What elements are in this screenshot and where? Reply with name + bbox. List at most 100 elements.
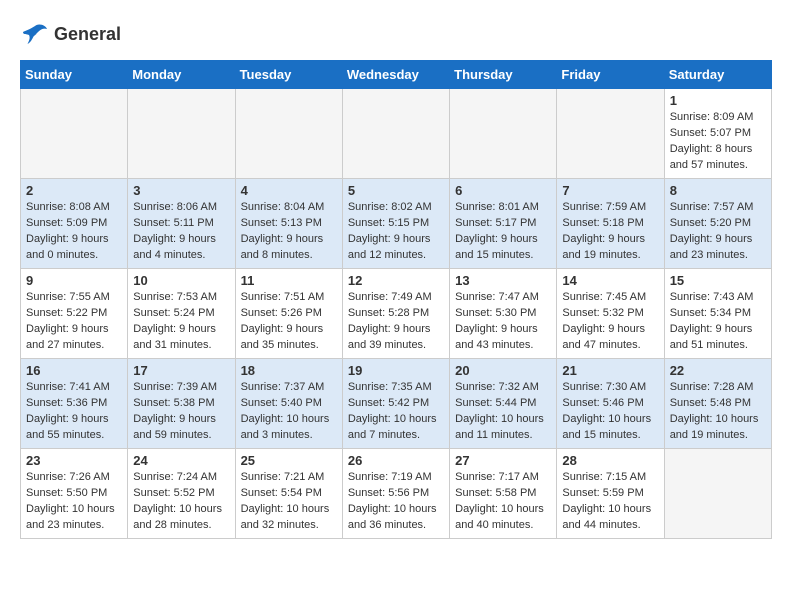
day-info: Sunrise: 7:45 AM Sunset: 5:32 PM Dayligh… [562,290,658,354]
day-info: Sunrise: 7:39 AM Sunset: 5:38 PM Dayligh… [133,380,229,444]
day-info: Sunrise: 7:41 AM Sunset: 5:36 PM Dayligh… [26,380,122,444]
day-number: 24 [133,453,229,468]
day-number: 5 [348,183,444,198]
day-number: 12 [348,273,444,288]
calendar-week-row: 23 Sunrise: 7:26 AM Sunset: 5:50 PM Dayli… [21,449,772,539]
calendar-header-row: SundayMondayTuesdayWednesdayThursdayFrid… [21,61,772,89]
calendar-cell [235,89,342,179]
day-number: 4 [241,183,337,198]
col-header-friday: Friday [557,61,664,89]
day-info: Sunrise: 7:15 AM Sunset: 5:59 PM Dayligh… [562,470,658,534]
col-header-thursday: Thursday [450,61,557,89]
day-info: Sunrise: 7:19 AM Sunset: 5:56 PM Dayligh… [348,470,444,534]
day-number: 20 [455,363,551,378]
col-header-sunday: Sunday [21,61,128,89]
col-header-monday: Monday [128,61,235,89]
day-info: Sunrise: 7:53 AM Sunset: 5:24 PM Dayligh… [133,290,229,354]
day-info: Sunrise: 7:21 AM Sunset: 5:54 PM Dayligh… [241,470,337,534]
calendar-cell: 17 Sunrise: 7:39 AM Sunset: 5:38 PM Dayli… [128,359,235,449]
logo-icon [20,20,50,50]
calendar-cell: 20 Sunrise: 7:32 AM Sunset: 5:44 PM Dayli… [450,359,557,449]
day-info: Sunrise: 8:09 AM Sunset: 5:07 PM Dayligh… [670,110,766,174]
calendar-cell: 5 Sunrise: 8:02 AM Sunset: 5:15 PM Daylig… [342,179,449,269]
day-info: Sunrise: 8:06 AM Sunset: 5:11 PM Dayligh… [133,200,229,264]
calendar-cell [128,89,235,179]
day-number: 28 [562,453,658,468]
calendar-cell: 28 Sunrise: 7:15 AM Sunset: 5:59 PM Dayli… [557,449,664,539]
calendar-cell: 16 Sunrise: 7:41 AM Sunset: 5:36 PM Dayli… [21,359,128,449]
day-number: 26 [348,453,444,468]
day-info: Sunrise: 7:26 AM Sunset: 5:50 PM Dayligh… [26,470,122,534]
day-number: 19 [348,363,444,378]
calendar-cell: 25 Sunrise: 7:21 AM Sunset: 5:54 PM Dayli… [235,449,342,539]
day-number: 14 [562,273,658,288]
day-info: Sunrise: 7:51 AM Sunset: 5:26 PM Dayligh… [241,290,337,354]
day-info: Sunrise: 7:28 AM Sunset: 5:48 PM Dayligh… [670,380,766,444]
col-header-wednesday: Wednesday [342,61,449,89]
day-info: Sunrise: 8:02 AM Sunset: 5:15 PM Dayligh… [348,200,444,264]
calendar-cell: 13 Sunrise: 7:47 AM Sunset: 5:30 PM Dayli… [450,269,557,359]
calendar-cell: 2Sunrise: 8:08 AM Sunset: 5:09 PM Daylig… [21,179,128,269]
day-info: Sunrise: 7:30 AM Sunset: 5:46 PM Dayligh… [562,380,658,444]
calendar-cell [450,89,557,179]
calendar-cell: 15 Sunrise: 7:43 AM Sunset: 5:34 PM Dayli… [664,269,771,359]
calendar-cell: 3 Sunrise: 8:06 AM Sunset: 5:11 PM Daylig… [128,179,235,269]
day-info: Sunrise: 7:37 AM Sunset: 5:40 PM Dayligh… [241,380,337,444]
day-number: 22 [670,363,766,378]
col-header-saturday: Saturday [664,61,771,89]
day-number: 9 [26,273,122,288]
day-number: 7 [562,183,658,198]
day-info: Sunrise: 7:57 AM Sunset: 5:20 PM Dayligh… [670,200,766,264]
day-info: Sunrise: 8:01 AM Sunset: 5:17 PM Dayligh… [455,200,551,264]
day-number: 15 [670,273,766,288]
day-info: Sunrise: 7:47 AM Sunset: 5:30 PM Dayligh… [455,290,551,354]
calendar-cell: 11 Sunrise: 7:51 AM Sunset: 5:26 PM Dayli… [235,269,342,359]
calendar-cell: 10Sunrise: 7:53 AM Sunset: 5:24 PM Dayli… [128,269,235,359]
day-number: 17 [133,363,229,378]
calendar-cell [21,89,128,179]
calendar-week-row: 1Sunrise: 8:09 AM Sunset: 5:07 PM Daylig… [21,89,772,179]
calendar-cell [342,89,449,179]
calendar-week-row: 9Sunrise: 7:55 AM Sunset: 5:22 PM Daylig… [21,269,772,359]
calendar-cell: 23 Sunrise: 7:26 AM Sunset: 5:50 PM Dayli… [21,449,128,539]
day-number: 13 [455,273,551,288]
day-number: 25 [241,453,337,468]
day-info: Sunrise: 7:24 AM Sunset: 5:52 PM Dayligh… [133,470,229,534]
calendar-cell: 7 Sunrise: 7:59 AM Sunset: 5:18 PM Daylig… [557,179,664,269]
day-info: Sunrise: 7:49 AM Sunset: 5:28 PM Dayligh… [348,290,444,354]
calendar-week-row: 16 Sunrise: 7:41 AM Sunset: 5:36 PM Dayli… [21,359,772,449]
day-info: Sunrise: 7:59 AM Sunset: 5:18 PM Dayligh… [562,200,658,264]
calendar-cell: 1Sunrise: 8:09 AM Sunset: 5:07 PM Daylig… [664,89,771,179]
day-info: Sunrise: 7:32 AM Sunset: 5:44 PM Dayligh… [455,380,551,444]
day-info: Sunrise: 7:17 AM Sunset: 5:58 PM Dayligh… [455,470,551,534]
calendar-cell: 18 Sunrise: 7:37 AM Sunset: 5:40 PM Dayli… [235,359,342,449]
page-header: General [20,20,772,50]
calendar-cell: 8Sunrise: 7:57 AM Sunset: 5:20 PM Daylig… [664,179,771,269]
day-info: Sunrise: 8:04 AM Sunset: 5:13 PM Dayligh… [241,200,337,264]
col-header-tuesday: Tuesday [235,61,342,89]
calendar-cell: 22 Sunrise: 7:28 AM Sunset: 5:48 PM Dayli… [664,359,771,449]
calendar-cell: 14 Sunrise: 7:45 AM Sunset: 5:32 PM Dayli… [557,269,664,359]
calendar-cell: 27 Sunrise: 7:17 AM Sunset: 5:58 PM Dayli… [450,449,557,539]
day-number: 16 [26,363,122,378]
day-info: Sunrise: 7:43 AM Sunset: 5:34 PM Dayligh… [670,290,766,354]
logo-text: General [54,25,121,45]
calendar-cell: 6 Sunrise: 8:01 AM Sunset: 5:17 PM Daylig… [450,179,557,269]
calendar-cell: 21 Sunrise: 7:30 AM Sunset: 5:46 PM Dayli… [557,359,664,449]
calendar-cell: 26 Sunrise: 7:19 AM Sunset: 5:56 PM Dayli… [342,449,449,539]
day-number: 18 [241,363,337,378]
calendar-table: SundayMondayTuesdayWednesdayThursdayFrid… [20,60,772,539]
day-number: 21 [562,363,658,378]
calendar-cell: 4 Sunrise: 8:04 AM Sunset: 5:13 PM Daylig… [235,179,342,269]
calendar-cell: 9Sunrise: 7:55 AM Sunset: 5:22 PM Daylig… [21,269,128,359]
day-number: 27 [455,453,551,468]
day-number: 11 [241,273,337,288]
calendar-cell: 12 Sunrise: 7:49 AM Sunset: 5:28 PM Dayli… [342,269,449,359]
day-number: 2 [26,183,122,198]
day-number: 6 [455,183,551,198]
calendar-cell: 19Sunrise: 7:35 AM Sunset: 5:42 PM Dayli… [342,359,449,449]
day-number: 23 [26,453,122,468]
day-number: 3 [133,183,229,198]
calendar-week-row: 2Sunrise: 8:08 AM Sunset: 5:09 PM Daylig… [21,179,772,269]
calendar-cell: 24 Sunrise: 7:24 AM Sunset: 5:52 PM Dayli… [128,449,235,539]
